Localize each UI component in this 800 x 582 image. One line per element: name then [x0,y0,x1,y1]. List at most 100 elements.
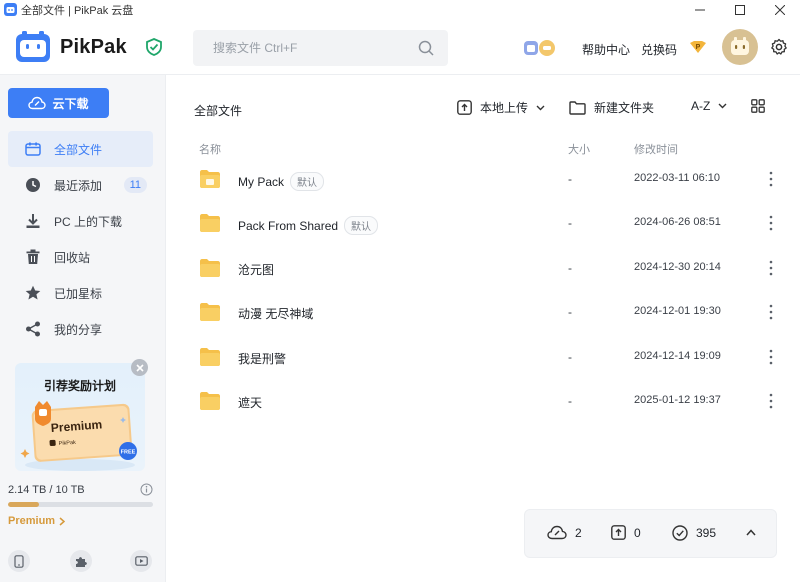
sidebar-item-label: 回收站 [54,250,91,265]
mobile-app-button[interactable] [8,550,30,572]
sidebar-item-starred[interactable]: 已加星标 [8,275,153,311]
column-header-size[interactable]: 大小 [568,141,590,157]
premium-link-label: Premium [8,515,56,527]
app-icons-group[interactable] [523,39,557,57]
storage-progress-bar [8,502,153,507]
user-avatar[interactable] [722,29,758,65]
upload-button[interactable]: 本地上传 [457,99,545,116]
close-window-button[interactable] [760,0,800,19]
search-input[interactable] [193,30,413,66]
sidebar-item-recent[interactable]: 最近添加 11 [8,167,153,203]
file-row[interactable]: 我是刑警 - 2024-12-14 19:09 [185,335,785,379]
file-name: 我是刑警 [238,352,287,366]
maximize-button[interactable] [720,0,760,19]
file-row[interactable]: 沧元图 - 2024-12-30 20:14 [185,246,785,290]
cloud-download-button[interactable]: 云下载 [8,88,109,118]
file-row[interactable]: 遮天 - 2025-01-12 19:37 [185,379,785,423]
search-icon[interactable] [418,40,434,56]
gear-icon[interactable] [770,38,788,56]
sidebar-item-label: 全部文件 [54,142,103,157]
brand-name: PikPak [60,36,127,58]
upload-tasks-count: 0 [634,525,641,540]
more-vertical-icon[interactable] [767,170,775,188]
star-icon [24,284,42,302]
storage-progress-fill [8,502,40,507]
shield-check-icon[interactable] [145,38,163,56]
tv-app-button[interactable] [130,550,152,572]
file-name: 遮天 [238,396,263,410]
cloud-tasks-indicator[interactable]: 2 [547,525,582,540]
new-folder-button[interactable]: 新建文件夹 [569,99,654,116]
file-size: - [568,394,572,408]
more-vertical-icon[interactable] [767,259,775,277]
more-vertical-icon[interactable] [767,303,775,321]
expand-transfer-button[interactable] [746,529,756,536]
transfer-status-panel[interactable]: 2 0 395 [524,509,777,558]
completed-tasks-indicator[interactable]: 395 [672,525,716,541]
premium-link[interactable]: Premium [8,515,66,527]
redeem-code-link[interactable]: 兑换码 [641,41,677,58]
play-screen-icon [134,555,148,566]
cloud-link-icon [547,525,567,540]
cloud-link-icon [28,96,47,110]
file-modified: 2024-12-01 19:30 [634,305,721,317]
upload-tasks-indicator[interactable]: 0 [611,525,641,540]
file-row[interactable]: My Pack 默认 - 2022-03-11 06:10 [185,157,785,201]
plugin-button[interactable] [70,550,92,572]
sidebar-item-label: PC 上的下载 [54,214,123,229]
sidebar-item-trash[interactable]: 回收站 [8,239,153,275]
column-header-modified[interactable]: 修改时间 [634,141,678,157]
folder-icon [200,303,220,321]
file-size: - [568,305,572,319]
sidebar-item-label: 我的分享 [54,322,103,337]
window-title: 全部文件 | PikPak 云盘 [21,4,134,17]
phone-icon [14,554,24,568]
more-vertical-icon[interactable] [767,214,775,232]
file-modified: 2024-06-26 08:51 [634,216,721,228]
minimize-button[interactable] [680,0,720,19]
file-size: - [568,350,572,364]
file-name: 沧元图 [238,263,275,277]
pikpak-logo-icon[interactable] [16,31,50,62]
maximize-icon [735,4,745,15]
app-icon [4,3,17,16]
file-name: Pack From Shared [238,218,339,233]
storage-usage-text: 2.14 TB / 10 TB [8,484,85,496]
file-size: - [568,261,572,275]
sidebar-item-shares[interactable]: 我的分享 [8,311,153,347]
promo-title: 引荐奖励计划 [43,379,116,393]
chevron-up-icon [746,529,756,536]
referral-promo-card[interactable]: 引荐奖励计划 Premium PikPak FREE [15,363,145,471]
folder-icon [200,259,220,277]
file-row[interactable]: Pack From Shared 默认 - 2024-06-26 08:51 [185,201,785,245]
search-box[interactable] [193,30,448,66]
sort-dropdown[interactable]: A-Z [691,99,727,113]
sort-label: A-Z [691,99,711,113]
sidebar-item-all-files[interactable]: 全部文件 [8,131,153,167]
more-vertical-icon[interactable] [767,392,775,410]
puzzle-icon [75,556,87,567]
sidebar-item-label: 最近添加 [54,178,103,193]
premium-badge-icon[interactable]: P [689,40,707,54]
sidebar-item-pc-downloads[interactable]: PC 上的下载 [8,203,153,239]
more-vertical-icon[interactable] [767,348,775,366]
clock-icon [24,176,42,194]
file-modified: 2025-01-12 19:37 [634,394,721,406]
file-row[interactable]: 动漫 无尽神域 - 2024-12-01 19:30 [185,290,785,334]
folder-icon [24,140,42,158]
upload-icon [457,100,472,115]
folder-icon [200,392,220,410]
premium-card-illustration: Premium PikPak FREE [20,401,137,471]
breadcrumb[interactable]: 全部文件 [194,102,242,119]
column-header-name[interactable]: 名称 [199,141,221,157]
download-icon [24,212,42,230]
info-icon[interactable] [140,483,153,496]
upload-label: 本地上传 [480,101,529,115]
share-icon [24,320,42,338]
promo-free-badge: FREE [121,450,136,456]
promo-close-button[interactable] [131,359,148,376]
sidebar: 云下载 全部文件 最近添加 11 PC 上的下载 回收站 已加星标 我的分享 引… [0,75,166,582]
grid-view-button[interactable] [751,99,765,113]
sidebar-nav: 全部文件 最近添加 11 PC 上的下载 回收站 已加星标 我的分享 [8,131,153,347]
help-center-link[interactable]: 帮助中心 [582,41,630,58]
